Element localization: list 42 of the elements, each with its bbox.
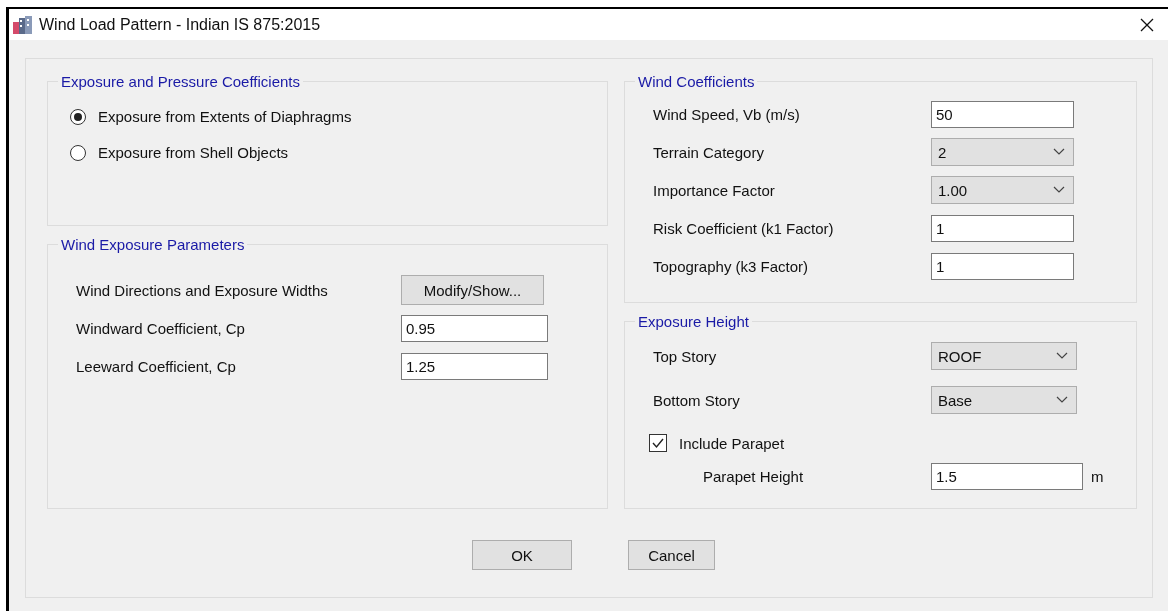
input-field[interactable]: 1: [931, 252, 1074, 280]
group-title: Wind Coefficients: [637, 73, 756, 90]
field-label: Importance Factor: [653, 181, 776, 199]
chevron-down-icon: [1056, 396, 1068, 404]
building-icon: [13, 15, 33, 34]
dropdown[interactable]: 1.00: [931, 176, 1074, 204]
group-title: Exposure and Pressure Coefficients: [60, 73, 302, 90]
field-label: Top Story: [653, 347, 718, 365]
field-label: Terrain Category: [653, 143, 765, 161]
radio-button[interactable]: [70, 108, 86, 125]
radio-button[interactable]: [70, 144, 86, 161]
radio-label: Exposure from Shell Objects: [98, 144, 289, 161]
input-field[interactable]: 1: [931, 214, 1074, 242]
dropdown[interactable]: ROOF: [931, 342, 1077, 370]
checkbox[interactable]: [649, 434, 667, 452]
ok-button[interactable]: OK: [472, 540, 572, 570]
field-label: Windward Coefficient, Cp: [76, 319, 246, 337]
radio-label: Exposure from Extents of Diaphragms: [98, 108, 352, 125]
input-field[interactable]: 1.5: [931, 462, 1083, 490]
group-title: Wind Exposure Parameters: [60, 236, 246, 253]
input-field[interactable]: 1.25: [401, 352, 548, 380]
input-field[interactable]: 0.95: [401, 314, 548, 342]
field-label: Risk Coefficient (k1 Factor): [653, 219, 835, 237]
close-icon[interactable]: [1140, 17, 1154, 32]
chevron-down-icon: [1053, 186, 1065, 194]
dropdown[interactable]: 2: [931, 138, 1074, 166]
dropdown[interactable]: Base: [931, 386, 1077, 414]
field-label: Wind Speed, Vb (m/s): [653, 105, 801, 123]
group-title: Exposure Height: [637, 313, 750, 330]
field-label: Bottom Story: [653, 391, 741, 409]
chevron-down-icon: [1056, 352, 1068, 360]
modify-show-button[interactable]: Modify/Show...: [401, 275, 544, 305]
cancel-button[interactable]: Cancel: [628, 540, 715, 570]
field-label: Topography (k3 Factor): [653, 257, 810, 275]
input-field[interactable]: 50: [931, 100, 1074, 128]
checkbox-label: Include Parapet: [679, 434, 785, 452]
field-label: Leeward Coefficient, Cp: [76, 357, 237, 375]
field-label: Wind Directions and Exposure Widths: [76, 281, 329, 299]
field-label: Parapet Height: [703, 467, 805, 485]
unit-label: m: [1091, 467, 1104, 485]
window-title: Wind Load Pattern - Indian IS 875:2015: [39, 15, 322, 34]
chevron-down-icon: [1053, 148, 1065, 156]
